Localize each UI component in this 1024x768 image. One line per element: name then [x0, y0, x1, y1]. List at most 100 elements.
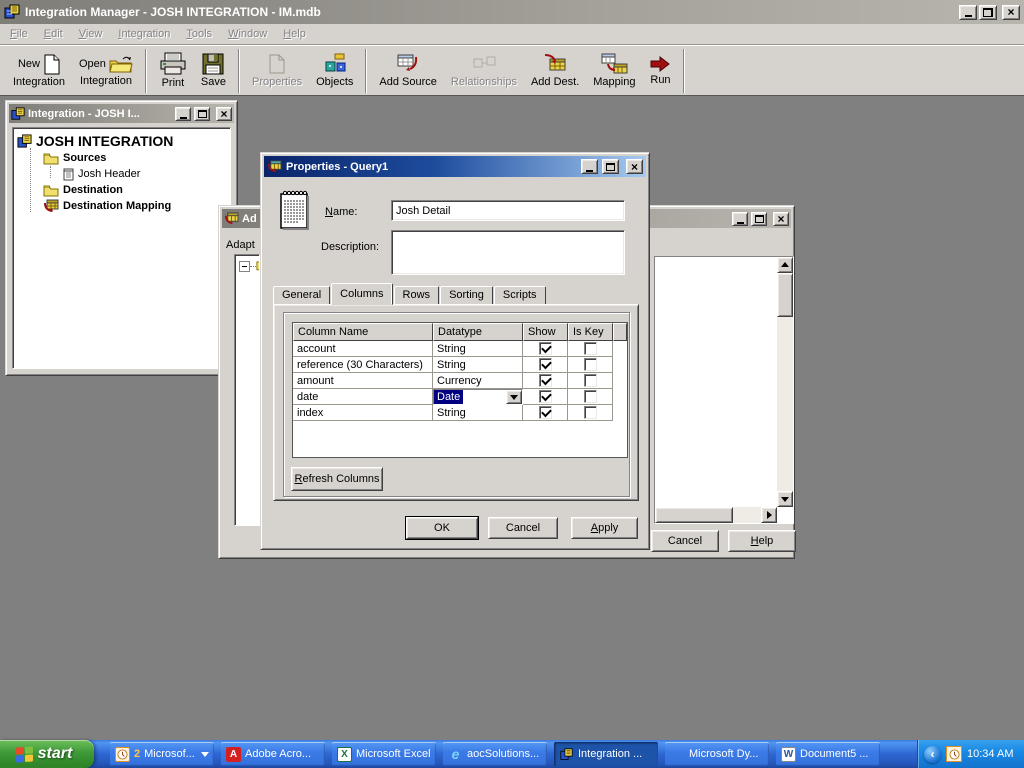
tree-close-button[interactable]: × [216, 107, 232, 121]
menu-window[interactable]: Window [220, 25, 275, 43]
menu-integration[interactable]: Integration [110, 25, 178, 43]
show-checkbox[interactable] [539, 342, 552, 355]
scroll-right-icon[interactable] [761, 507, 777, 523]
tab-general[interactable]: General [273, 286, 330, 305]
run-button[interactable]: Run [642, 48, 678, 94]
columns-tab-panel: Column Name Datatype Show Is Key account… [273, 304, 639, 501]
toolbar-separator [365, 49, 367, 93]
combo-dropdown-icon[interactable] [506, 390, 522, 404]
table-row-account[interactable]: account String [293, 341, 627, 357]
tree-node-destination-mapping[interactable]: Destination Mapping [15, 198, 228, 214]
task-grouped-microsoft[interactable]: 2 Microsof... [110, 742, 214, 766]
ok-button[interactable]: OK [406, 517, 478, 539]
objects-button[interactable]: Objects [309, 48, 360, 94]
tree-window-title: Integration - JOSH I... [28, 108, 172, 120]
iskey-checkbox[interactable] [584, 358, 597, 371]
show-checkbox[interactable] [539, 358, 552, 371]
dialog-maximize-button[interactable] [602, 159, 619, 174]
tree-node-destination[interactable]: Destination [15, 182, 228, 198]
tab-columns[interactable]: Columns [331, 283, 392, 305]
iskey-checkbox[interactable] [584, 342, 597, 355]
tree-root-josh-integration[interactable]: JOSH INTEGRATION [15, 132, 228, 150]
relationships-button: Relationships [444, 48, 524, 94]
menu-view[interactable]: View [71, 25, 111, 43]
adapter-list-content[interactable] [655, 257, 777, 507]
taskbar: start 2 Microsof... A Adobe Acro... X Mi… [0, 740, 1024, 768]
scroll-down-icon[interactable] [777, 491, 793, 507]
adapter-help-button[interactable]: Help [728, 530, 796, 552]
minimize-button[interactable] [959, 5, 977, 20]
datatype-combobox[interactable]: Date [433, 389, 523, 405]
horizontal-scrollbar[interactable] [655, 507, 777, 523]
table-row-reference[interactable]: reference (30 Characters) String [293, 357, 627, 373]
name-input[interactable] [391, 200, 625, 221]
header-column-name[interactable]: Column Name [293, 323, 433, 341]
adapter-close-button[interactable]: × [773, 212, 789, 226]
vertical-scrollbar[interactable] [777, 257, 793, 507]
tab-scripts[interactable]: Scripts [494, 286, 546, 305]
iskey-checkbox[interactable] [584, 406, 597, 419]
tab-rows[interactable]: Rows [394, 286, 440, 305]
menu-tools[interactable]: Tools [178, 25, 220, 43]
tab-sorting[interactable]: Sorting [440, 286, 493, 305]
vertical-scroll-thumb[interactable] [777, 273, 793, 317]
close-button[interactable]: × [1002, 5, 1020, 20]
restore-button[interactable] [979, 5, 997, 20]
table-row-date[interactable]: date Date [293, 389, 627, 405]
show-checkbox[interactable] [539, 406, 552, 419]
tree-maximize-button[interactable] [194, 107, 210, 121]
adapter-tree-panel [234, 254, 260, 526]
table-row-amount[interactable]: amount Currency [293, 373, 627, 389]
new-integration-button[interactable]: New Integration [6, 48, 72, 94]
header-datatype[interactable]: Datatype [433, 323, 523, 341]
show-checkbox[interactable] [539, 374, 552, 387]
header-show[interactable]: Show [523, 323, 568, 341]
save-button[interactable]: Save [194, 48, 233, 94]
menu-file[interactable]: File [2, 25, 36, 43]
task-microsoft-dynamics[interactable]: Microsoft Dy... [665, 742, 769, 766]
iskey-checkbox[interactable] [584, 390, 597, 403]
tree-node-josh-header[interactable]: Josh Header [15, 166, 228, 182]
cancel-button[interactable]: Cancel [488, 517, 558, 539]
windows-logo-icon [16, 746, 33, 762]
refresh-columns-button[interactable]: Refresh Columns [291, 467, 383, 491]
add-dest-button[interactable]: Add Dest. [524, 48, 586, 94]
iskey-checkbox[interactable] [584, 374, 597, 387]
task-integration-manager[interactable]: Integration ... [554, 742, 658, 766]
properties-page-icon [267, 53, 287, 75]
hidden-icons-chevron-icon[interactable]: ‹ [924, 746, 941, 763]
show-checkbox[interactable] [539, 390, 552, 403]
add-source-button[interactable]: Add Source [372, 48, 443, 94]
dialog-minimize-button[interactable] [581, 159, 598, 174]
excel-icon: X [337, 747, 352, 762]
scroll-up-icon[interactable] [777, 257, 793, 273]
collapse-box-icon[interactable] [239, 261, 250, 272]
table-row-index[interactable]: index String [293, 405, 627, 421]
group-dropdown-icon[interactable] [201, 752, 209, 757]
open-integration-button[interactable]: Open Integration [72, 48, 140, 94]
integration-tree-window: Integration - JOSH I... × JOSH INTEGRATI… [5, 100, 238, 376]
adapter-minimize-button[interactable] [732, 212, 748, 226]
task-adobe-acrobat[interactable]: A Adobe Acro... [221, 742, 325, 766]
start-button[interactable]: start [0, 740, 94, 768]
apply-button[interactable]: Apply [571, 517, 638, 539]
mapping-button[interactable]: Mapping [586, 48, 642, 94]
tree-node-sources[interactable]: Sources [15, 150, 228, 166]
header-is-key[interactable]: Is Key [568, 323, 613, 341]
tray-clock-icon[interactable] [946, 746, 962, 762]
integration-window-icon [11, 107, 25, 121]
adapter-maximize-button[interactable] [751, 212, 767, 226]
task-microsoft-excel[interactable]: X Microsoft Excel [332, 742, 436, 766]
print-button[interactable]: Print [152, 48, 194, 94]
description-input[interactable] [391, 230, 625, 275]
menu-edit[interactable]: Edit [36, 25, 71, 43]
tab-strip: General Columns Rows Sorting Scripts [273, 284, 547, 305]
adapter-cancel-button[interactable]: Cancel [651, 530, 719, 552]
task-aocsolutions[interactable]: e aocSolutions... [443, 742, 547, 766]
new-page-icon [43, 54, 60, 75]
menu-help[interactable]: Help [275, 25, 314, 43]
tree-minimize-button[interactable] [175, 107, 191, 121]
dialog-close-button[interactable]: × [626, 159, 643, 174]
task-document5[interactable]: W Document5 ... [776, 742, 880, 766]
horizontal-scroll-thumb[interactable] [655, 507, 733, 523]
